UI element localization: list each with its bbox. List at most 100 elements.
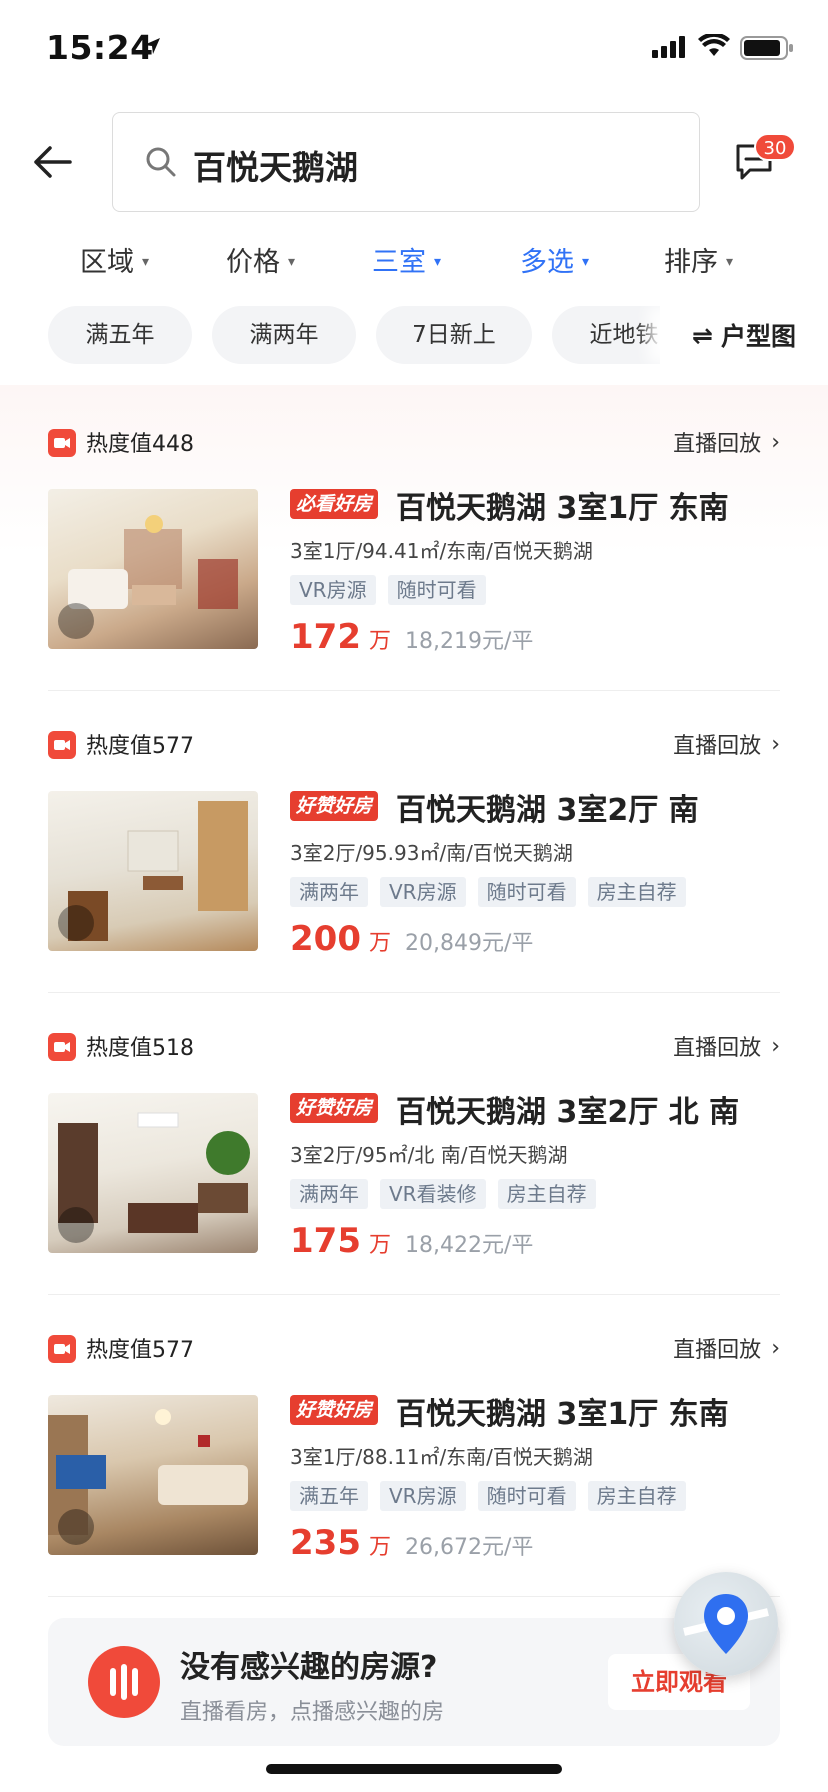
chip-two-years[interactable]: 满两年 xyxy=(212,306,356,364)
feature-tag: 满两年 xyxy=(290,877,368,907)
feature-tag: 随时可看 xyxy=(477,1481,576,1511)
price-unit: 万 xyxy=(368,1233,391,1258)
swap-icon: ⇌ xyxy=(692,320,713,350)
heat-value: 热度值577 xyxy=(86,734,194,759)
listing-price: 175 万 18,422元/平 xyxy=(290,1221,533,1261)
chevron-down-icon: ▾ xyxy=(142,253,150,270)
feature-tag: 满五年 xyxy=(290,1481,368,1511)
chevron-right-icon: › xyxy=(771,429,780,455)
listing-price: 235 万 26,672元/平 xyxy=(290,1523,533,1563)
live-replay-link[interactable]: 直播回放 › xyxy=(673,426,780,458)
wifi-icon xyxy=(698,34,730,56)
live-bars-icon xyxy=(88,1646,160,1718)
chevron-right-icon: › xyxy=(771,731,780,757)
featured-tag: 好赞好房 xyxy=(290,1395,379,1425)
vr-badge-icon xyxy=(58,1509,94,1545)
price-unit: 万 xyxy=(368,931,391,956)
heat-value: 热度值577 xyxy=(86,1338,194,1363)
chevron-right-icon: › xyxy=(771,1033,780,1059)
price-total: 200 xyxy=(290,919,361,959)
live-video-icon xyxy=(48,731,76,759)
listing-photo[interactable] xyxy=(48,791,258,951)
filter-sort[interactable]: 排序 ▾ xyxy=(664,240,733,279)
listing-card[interactable]: 热度值577 直播回放 › 好赞好房 百悦天鹅湖 3室1厅 东南 3室1厅/88.… xyxy=(48,1291,780,1591)
chip-new-7days[interactable]: 7日新上 xyxy=(376,306,532,364)
feature-tags: VR房源 随时可看 xyxy=(290,575,486,605)
price-total: 175 xyxy=(290,1221,361,1261)
vr-badge-icon xyxy=(58,1207,94,1243)
price-total: 172 xyxy=(290,617,361,657)
listing-card[interactable]: 热度值518 直播回放 › 好赞好房 百悦天鹅湖 3室2厅 北 南 3室2厅/95… xyxy=(48,989,780,1289)
map-pin-icon xyxy=(683,1594,769,1654)
live-replay-link[interactable]: 直播回放 › xyxy=(673,1030,780,1062)
filter-more-label: 多选 xyxy=(520,247,574,278)
featured-tag: 必看好房 xyxy=(290,489,379,519)
feature-tag: 随时可看 xyxy=(477,877,576,907)
listing-photo[interactable] xyxy=(48,1093,258,1253)
chevron-down-icon: ▾ xyxy=(434,253,442,270)
filter-more[interactable]: 多选 ▾ xyxy=(520,240,589,279)
live-promo-banner[interactable]: 没有感兴趣的房源? 直播看房，点播感兴趣的房 立即观看 xyxy=(48,1618,780,1746)
live-replay-label: 直播回放 xyxy=(673,1036,762,1061)
listing-title: 百悦天鹅湖 3室2厅 南 xyxy=(396,793,699,828)
chevron-down-icon: ▾ xyxy=(582,253,590,270)
filter-price[interactable]: 价格 ▾ xyxy=(226,240,295,279)
live-replay-link[interactable]: 直播回放 › xyxy=(673,1332,780,1364)
layout-button-label: 户型图 xyxy=(720,322,796,351)
listing-price: 200 万 20,849元/平 xyxy=(290,919,533,959)
heat-value: 热度值518 xyxy=(86,1036,194,1061)
status-time: 15:24 xyxy=(46,28,154,67)
live-replay-label: 直播回放 xyxy=(673,432,762,457)
layout-button[interactable]: ⇌ 户型图 xyxy=(660,306,828,364)
cellular-signal-icon xyxy=(652,36,685,58)
filter-rooms[interactable]: 三室 ▾ xyxy=(372,240,441,279)
listing-meta: 3室1厅/94.41㎡/东南/百悦天鹅湖 xyxy=(290,539,593,563)
search-icon xyxy=(146,147,176,177)
filter-price-label: 价格 xyxy=(226,247,280,278)
listing-photo[interactable] xyxy=(48,489,258,649)
listing-meta: 3室1厅/88.11㎡/东南/百悦天鹅湖 xyxy=(290,1445,593,1469)
listing-title: 百悦天鹅湖 3室1厅 东南 xyxy=(396,1397,729,1432)
featured-tag: 好赞好房 xyxy=(290,791,379,821)
feature-tag: VR看装修 xyxy=(380,1179,486,1209)
chevron-down-icon: ▾ xyxy=(726,253,734,270)
feature-tag: VR房源 xyxy=(380,877,466,907)
chevron-down-icon: ▾ xyxy=(288,253,296,270)
price-per-sqm: 26,672元/平 xyxy=(405,1535,534,1560)
price-unit: 万 xyxy=(368,1535,391,1560)
chevron-right-icon: › xyxy=(771,1335,780,1361)
feature-tag: 房主自荐 xyxy=(587,1481,686,1511)
status-bar: 15:24 xyxy=(0,0,828,100)
filter-area-label: 区域 xyxy=(80,247,134,278)
live-video-icon xyxy=(48,429,76,457)
filter-area[interactable]: 区域 ▾ xyxy=(80,240,149,279)
feature-tags: 满五年 VR房源 随时可看 房主自荐 xyxy=(290,1481,686,1511)
live-video-icon xyxy=(48,1335,76,1363)
battery-icon xyxy=(740,36,793,60)
vr-badge-icon xyxy=(58,603,94,639)
map-button[interactable] xyxy=(674,1572,778,1676)
filter-rooms-label: 三室 xyxy=(372,247,426,278)
listing-photo[interactable] xyxy=(48,1395,258,1555)
live-replay-label: 直播回放 xyxy=(673,734,762,759)
vr-badge-icon xyxy=(58,905,94,941)
back-arrow-icon[interactable] xyxy=(30,140,74,184)
chip-five-years[interactable]: 满五年 xyxy=(48,306,192,364)
price-per-sqm: 20,849元/平 xyxy=(405,931,534,956)
listing-meta: 3室2厅/95.93㎡/南/百悦天鹅湖 xyxy=(290,841,573,865)
search-input[interactable]: 百悦天鹅湖 xyxy=(112,112,700,212)
home-indicator xyxy=(266,1764,562,1774)
feature-tag: 房主自荐 xyxy=(497,1179,596,1209)
price-per-sqm: 18,422元/平 xyxy=(405,1233,534,1258)
listing-card[interactable]: 热度值577 直播回放 › 好赞好房 百悦天鹅湖 3室2厅 南 3室2厅/95.9… xyxy=(48,687,780,987)
feature-tag: 随时可看 xyxy=(387,575,486,605)
live-replay-link[interactable]: 直播回放 › xyxy=(673,728,780,760)
feature-tag: VR房源 xyxy=(380,1481,466,1511)
feature-tags: 满两年 VR房源 随时可看 房主自荐 xyxy=(290,877,686,907)
heat-value: 热度值448 xyxy=(86,432,194,457)
feature-tags: 满两年 VR看装修 房主自荐 xyxy=(290,1179,596,1209)
promo-subtitle: 直播看房，点播感兴趣的房 xyxy=(180,1700,445,1725)
feature-tag: 满两年 xyxy=(290,1179,368,1209)
listing-card[interactable]: 热度值448 直播回放 › 必看好房 百悦天鹅湖 3室1厅 东南 3室1厅/94.… xyxy=(48,385,780,685)
listing-meta: 3室2厅/95㎡/北 南/百悦天鹅湖 xyxy=(290,1143,568,1167)
